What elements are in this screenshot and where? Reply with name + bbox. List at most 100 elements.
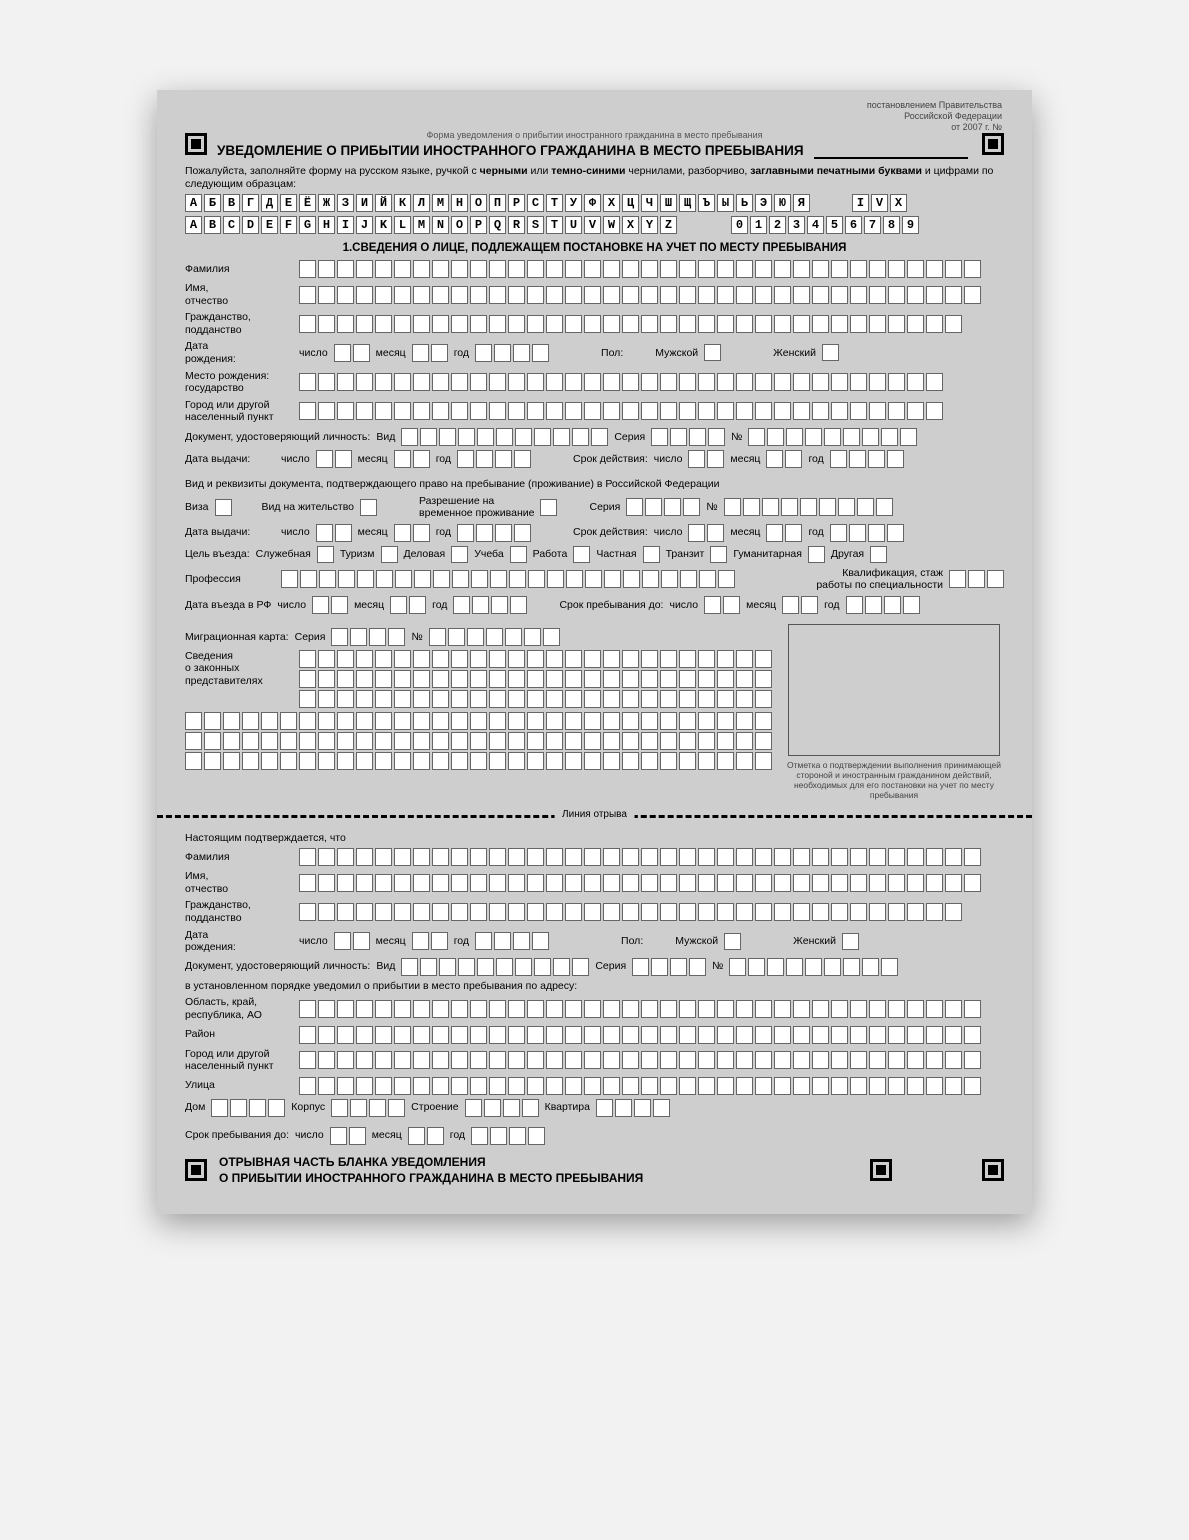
field-reps-grid[interactable] bbox=[299, 650, 772, 708]
field-issue-year[interactable] bbox=[457, 450, 531, 468]
field-t-dob-day[interactable] bbox=[334, 932, 370, 950]
l-ed-m: месяц bbox=[354, 599, 384, 612]
ck-tourism[interactable] bbox=[381, 546, 398, 563]
l-tsu-y: год bbox=[450, 1129, 465, 1142]
field-t-dob-month[interactable] bbox=[412, 932, 448, 950]
field-stay-valid-year[interactable] bbox=[830, 524, 904, 542]
field-entry-year[interactable] bbox=[453, 596, 527, 614]
field-building[interactable] bbox=[465, 1099, 539, 1117]
field-t-surname[interactable] bbox=[299, 848, 981, 866]
field-t-id-type[interactable] bbox=[401, 958, 589, 976]
field-t-id-number[interactable] bbox=[729, 958, 898, 976]
label-id-type: Вид bbox=[376, 431, 395, 444]
field-region[interactable] bbox=[299, 1000, 981, 1018]
field-street[interactable] bbox=[299, 1077, 981, 1095]
field-surname[interactable] bbox=[299, 260, 981, 278]
checkbox-female[interactable] bbox=[822, 344, 839, 361]
ck-service[interactable] bbox=[317, 546, 334, 563]
field-dob-year[interactable] bbox=[475, 344, 549, 362]
field-valid-month[interactable] bbox=[766, 450, 802, 468]
field-t-su-day[interactable] bbox=[330, 1127, 366, 1145]
label-notified: в установленном порядке уведомил о прибы… bbox=[185, 980, 577, 993]
field-valid-day[interactable] bbox=[688, 450, 724, 468]
l-si-y: год bbox=[436, 526, 451, 539]
field-citizenship[interactable] bbox=[299, 315, 962, 333]
l-ed-y: год bbox=[432, 599, 447, 612]
field-t-su-month[interactable] bbox=[408, 1127, 444, 1145]
alignment-mark-bottom-mid bbox=[870, 1159, 892, 1181]
field-korpus[interactable] bbox=[331, 1099, 405, 1117]
field-t-citizenship[interactable] bbox=[299, 903, 962, 921]
field-t-city[interactable] bbox=[299, 1051, 981, 1069]
ck-other[interactable] bbox=[870, 546, 887, 563]
l-p-biz: Деловая bbox=[404, 548, 446, 561]
field-stay-until-day[interactable] bbox=[704, 596, 740, 614]
field-issue-month[interactable] bbox=[394, 450, 430, 468]
field-stay-valid-month[interactable] bbox=[766, 524, 802, 542]
l-t-female: Женский bbox=[793, 935, 836, 948]
field-id-type[interactable] bbox=[401, 428, 608, 446]
field-city[interactable] bbox=[299, 402, 943, 420]
field-mig-series[interactable] bbox=[331, 628, 405, 646]
ck-private[interactable] bbox=[643, 546, 660, 563]
label-stay-issue: Дата выдачи: bbox=[185, 526, 275, 539]
ck-study[interactable] bbox=[510, 546, 527, 563]
label-stay-number: № bbox=[706, 501, 717, 514]
field-birth-country[interactable] bbox=[299, 373, 943, 391]
field-stay-until-month[interactable] bbox=[782, 596, 818, 614]
ck-work[interactable] bbox=[573, 546, 590, 563]
l-p-work: Работа bbox=[533, 548, 568, 561]
field-entry-month[interactable] bbox=[390, 596, 426, 614]
field-t-id-series[interactable] bbox=[632, 958, 706, 976]
field-mig-number[interactable] bbox=[429, 628, 560, 646]
field-profession[interactable] bbox=[281, 570, 735, 588]
checkbox-visa[interactable] bbox=[215, 499, 232, 516]
field-stay-until-year[interactable] bbox=[846, 596, 920, 614]
field-t-dob-year[interactable] bbox=[475, 932, 549, 950]
field-dob-day[interactable] bbox=[334, 344, 370, 362]
l-p-serv: Служебная bbox=[256, 548, 311, 561]
label-temp-residence: Разрешение на временное проживание bbox=[419, 495, 534, 520]
checkbox-male[interactable] bbox=[704, 344, 721, 361]
l-sv-m: месяц bbox=[730, 526, 760, 539]
field-valid-year[interactable] bbox=[830, 450, 904, 468]
sample-digits: 0123456789 bbox=[731, 216, 919, 234]
label-issue-date: Дата выдачи: bbox=[185, 453, 275, 466]
label-qualification: Квалификация, стаж работы по специальнос… bbox=[816, 567, 943, 592]
field-issue-day[interactable] bbox=[316, 450, 352, 468]
label-t-city: Город или другой населенный пункт bbox=[185, 1048, 293, 1073]
checkbox-residence[interactable] bbox=[360, 499, 377, 516]
field-stay-number[interactable] bbox=[724, 498, 893, 516]
field-stay-issue-day[interactable] bbox=[316, 524, 352, 542]
field-stay-issue-year[interactable] bbox=[457, 524, 531, 542]
ck-transit[interactable] bbox=[710, 546, 727, 563]
field-stay-series[interactable] bbox=[626, 498, 700, 516]
field-dob-month[interactable] bbox=[412, 344, 448, 362]
field-district[interactable] bbox=[299, 1026, 981, 1044]
field-house[interactable] bbox=[211, 1099, 285, 1117]
ck-t-female[interactable] bbox=[842, 933, 859, 950]
ck-humanitarian[interactable] bbox=[808, 546, 825, 563]
field-id-number[interactable] bbox=[748, 428, 917, 446]
field-t-su-year[interactable] bbox=[471, 1127, 545, 1145]
field-t-name[interactable] bbox=[299, 874, 981, 892]
field-entry-day[interactable] bbox=[312, 596, 348, 614]
field-id-series[interactable] bbox=[651, 428, 725, 446]
checkbox-temp-residence[interactable] bbox=[540, 499, 557, 516]
ck-business[interactable] bbox=[451, 546, 468, 563]
field-name[interactable] bbox=[299, 286, 981, 304]
label-house: Дом bbox=[185, 1101, 205, 1114]
label-birth-country: Место рождения: государство bbox=[185, 370, 293, 395]
instr-prefix: Пожалуйста, заполняйте форму на русском … bbox=[185, 165, 480, 177]
label-t-name: Имя, отчество bbox=[185, 870, 293, 895]
field-stay-valid-day[interactable] bbox=[688, 524, 724, 542]
ck-t-male[interactable] bbox=[724, 933, 741, 950]
field-apt[interactable] bbox=[596, 1099, 670, 1117]
field-reps-grid-full[interactable] bbox=[185, 712, 778, 770]
label-female: Женский bbox=[773, 347, 816, 360]
l-p-study: Учеба bbox=[474, 548, 503, 561]
label-stay-series: Серия bbox=[589, 501, 620, 514]
label-purpose: Цель въезда: bbox=[185, 548, 250, 561]
field-qualification[interactable] bbox=[949, 570, 1004, 588]
field-stay-issue-month[interactable] bbox=[394, 524, 430, 542]
